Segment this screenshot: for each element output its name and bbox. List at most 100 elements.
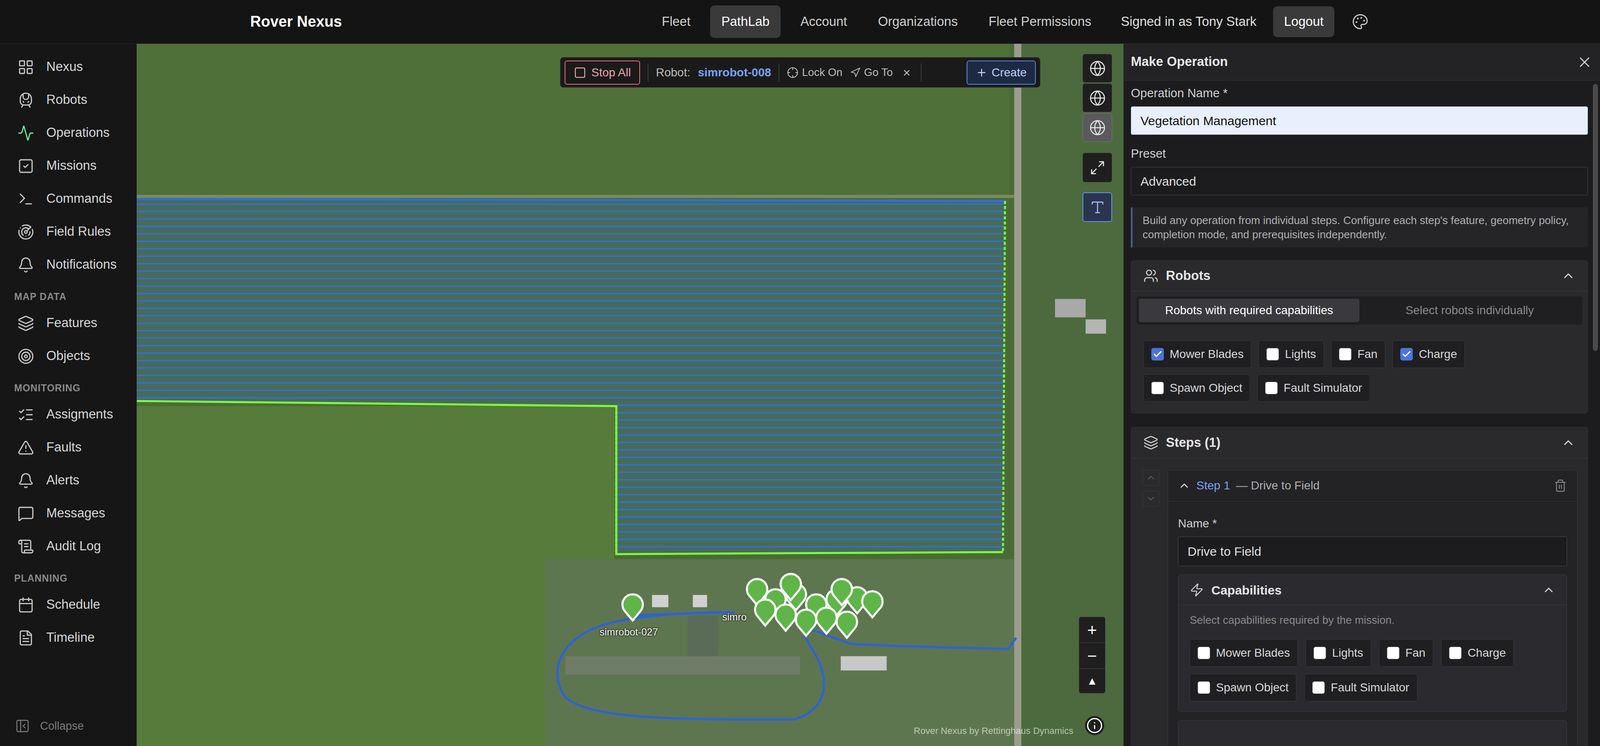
stop-all-button[interactable]: Stop All — [564, 60, 641, 85]
sidebar-item[interactable]: Missions — [0, 149, 137, 183]
info-button[interactable] — [1085, 715, 1105, 735]
nav-item[interactable]: Fleet — [650, 5, 702, 39]
capability-chip[interactable]: Spawn Object — [1143, 374, 1251, 402]
sidebar-item[interactable]: Features — [0, 306, 137, 340]
sidebar-item[interactable]: Faults — [0, 430, 137, 464]
robot-label[interactable]: simrobot-027 — [599, 624, 659, 640]
checkbox-checked[interactable] — [1400, 347, 1413, 361]
layer-button[interactable] — [1082, 53, 1113, 83]
robot-selector[interactable]: simrobot-008 — [697, 63, 772, 82]
capability-chip[interactable]: Fan — [1331, 340, 1386, 368]
brand[interactable]: Rover Nexus — [0, 10, 651, 33]
move-up-button[interactable] — [1142, 469, 1160, 486]
map[interactable]: simrobot-027simroStop AllRobot:simrobot-… — [136, 43, 1124, 746]
steps-header[interactable]: Steps (1) — [1131, 427, 1588, 459]
layer-button[interactable] — [1082, 113, 1113, 142]
robot-pin[interactable] — [755, 599, 776, 626]
sidebar-item[interactable]: Robots — [0, 83, 137, 117]
trash-icon[interactable] — [1553, 478, 1568, 493]
capability-chip[interactable]: Charge — [1392, 340, 1465, 368]
sidebar-item[interactable]: Nexus — [0, 50, 137, 84]
zoom-in-button[interactable]: + — [1079, 616, 1106, 643]
sidebar-item[interactable]: Assigments — [0, 397, 137, 431]
layer-button[interactable] — [1082, 83, 1113, 113]
map-canvas[interactable] — [136, 43, 1124, 746]
zoom-controls: +−▲ — [1078, 616, 1106, 694]
lock-on-button[interactable]: Lock On — [786, 64, 843, 81]
robot-pin[interactable] — [836, 611, 857, 638]
checkbox[interactable] — [1312, 680, 1325, 694]
checkbox[interactable] — [1386, 646, 1400, 659]
step-header[interactable]: Step 1— Drive to Field — [1167, 469, 1578, 502]
sidebar-item[interactable]: Messages — [0, 496, 137, 530]
move-down-button[interactable] — [1142, 490, 1160, 507]
logout-button[interactable]: Logout — [1273, 6, 1335, 38]
go-to-button[interactable]: Go To — [849, 64, 893, 81]
compass-button[interactable]: ▲ — [1079, 668, 1106, 693]
sidebar-item[interactable]: Schedule — [0, 587, 137, 621]
checkbox[interactable] — [1151, 381, 1164, 395]
checkbox[interactable] — [1197, 680, 1211, 694]
chevron-up-icon[interactable] — [1542, 582, 1556, 597]
checkbox[interactable] — [1197, 646, 1211, 659]
robot-pin[interactable] — [816, 607, 837, 634]
nav-item[interactable]: PathLab — [710, 5, 782, 39]
chevron-up-icon[interactable] — [1178, 479, 1191, 492]
close-icon[interactable] — [1576, 53, 1593, 71]
robot-pin[interactable] — [775, 604, 797, 631]
stop-icon — [573, 66, 587, 79]
attribution: Rover Nexus by Rettinghaus Dynamics — [913, 723, 1074, 738]
sidebar-item[interactable]: Alerts — [0, 463, 137, 497]
sidebar-item[interactable]: Audit Log — [0, 529, 137, 563]
capability-chip[interactable]: Lights — [1258, 340, 1324, 368]
robot-pin[interactable] — [622, 593, 644, 621]
nav-item[interactable]: Account — [788, 5, 859, 39]
nav-item[interactable]: Fleet Permissions — [977, 5, 1103, 39]
chevron-up-icon[interactable] — [1561, 268, 1576, 283]
checkbox[interactable] — [1449, 646, 1462, 659]
mode-option[interactable]: Select robots individually — [1359, 298, 1580, 322]
robot-pin[interactable] — [780, 573, 802, 601]
step-name-input[interactable]: Drive to Field — [1178, 536, 1568, 566]
capability-chip[interactable]: Fault Simulator — [1304, 673, 1417, 701]
fullscreen-button[interactable] — [1082, 152, 1113, 183]
capability-chip[interactable]: Lights — [1305, 638, 1372, 667]
clear-robot-button[interactable]: × — [900, 62, 914, 83]
capability-chip[interactable]: Fault Simulator — [1257, 374, 1370, 402]
operation-name-input[interactable]: Vegetation Management — [1130, 106, 1588, 135]
mode-option[interactable]: Robots with required capabilities — [1138, 298, 1360, 322]
scrollbar[interactable] — [1592, 83, 1598, 351]
chevron-up-icon[interactable] — [1561, 435, 1576, 450]
robot-pin[interactable] — [862, 590, 883, 618]
nav-item[interactable]: Organizations — [866, 5, 969, 39]
info-box: Build any operation from individual step… — [1130, 207, 1588, 248]
capability-chip[interactable]: Charge — [1441, 638, 1514, 667]
zoom-out-button[interactable]: − — [1079, 642, 1106, 669]
robot-label[interactable]: simro — [722, 609, 747, 625]
capability-chip[interactable]: Fan — [1378, 638, 1434, 667]
create-button[interactable]: Create — [966, 60, 1036, 85]
preset-select[interactable]: Advanced — [1130, 166, 1588, 196]
palette-icon[interactable] — [1351, 13, 1369, 31]
robot-pin[interactable] — [831, 578, 852, 606]
checkbox[interactable] — [1265, 381, 1278, 395]
collapse-button[interactable]: Collapse — [0, 717, 137, 735]
text-tool-button[interactable] — [1082, 192, 1113, 222]
checkbox-checked[interactable] — [1151, 347, 1164, 361]
capabilities-header[interactable]: Capabilities — [1178, 574, 1567, 606]
sidebar-item[interactable]: Notifications — [0, 248, 137, 282]
step-capabilities: Mower BladesLightsFanCharge Spawn ObjectF… — [1178, 638, 1554, 701]
robot-pin[interactable] — [796, 609, 817, 636]
checkbox[interactable] — [1338, 347, 1352, 361]
capability-chip[interactable]: Spawn Object — [1189, 673, 1297, 701]
robots-header[interactable]: Robots — [1131, 260, 1588, 292]
checkbox[interactable] — [1313, 646, 1327, 659]
capability-chip[interactable]: Mower Blades — [1189, 638, 1298, 667]
sidebar-item[interactable]: Commands — [0, 182, 137, 216]
sidebar-item[interactable]: Objects — [0, 339, 137, 373]
capability-chip[interactable]: Mower Blades — [1143, 340, 1252, 368]
sidebar-item[interactable]: Timeline — [0, 620, 137, 654]
checkbox[interactable] — [1266, 347, 1279, 361]
sidebar-item[interactable]: Operations — [0, 116, 137, 150]
sidebar-item[interactable]: Field Rules — [0, 215, 137, 249]
